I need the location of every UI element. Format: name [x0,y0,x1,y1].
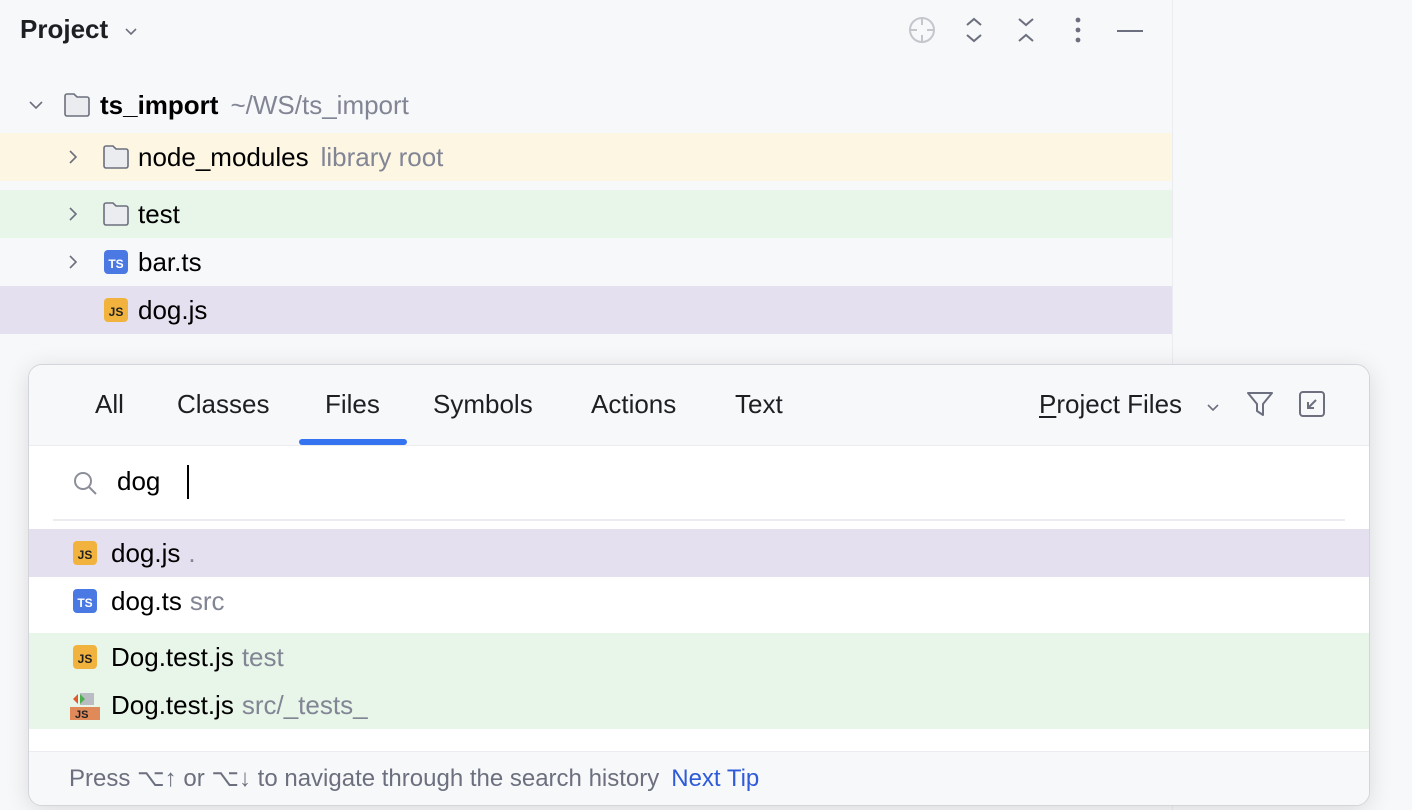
result-path: src/_tests_ [241,690,368,720]
tip-text: Press ⌥↑ or ⌥↓ to navigate through the s… [69,765,760,792]
next-tip-link[interactable]: Next Tip [671,765,759,792]
tip-footer: Press ⌥↑ or ⌥↓ to navigate through the s… [29,751,1369,805]
project-panel-header: Project [0,0,1172,62]
tree-item-label: node_modules library root [138,142,444,172]
chevron-down-icon[interactable] [1204,398,1222,416]
tab-symbols[interactable]: Symbols [433,389,533,445]
text-caret [187,465,189,499]
more-options-icon[interactable] [1062,14,1094,46]
result-path: src [189,586,225,616]
tab-text[interactable]: Text [735,389,783,445]
panel-title[interactable]: Project [20,14,108,45]
chevron-down-icon[interactable] [122,22,140,40]
ts-file-icon: TS [104,250,128,274]
active-tab-indicator [299,439,407,445]
collapse-all-icon[interactable] [1010,14,1042,46]
tree-item-label: dog.js [138,295,208,325]
chevron-right-icon[interactable] [64,253,82,271]
js-file-icon: JS [104,298,128,322]
result-item[interactable]: JS Dog.test.js test [29,633,1369,681]
chevron-down-icon[interactable] [27,96,45,114]
search-input[interactable] [117,461,1317,501]
result-label: Dog.test.js src/_tests_ [111,690,368,720]
js-test-file-icon: JS [70,693,100,721]
search-tabs: All Classes Files Symbols Actions Text P… [29,365,1369,446]
chevron-right-icon[interactable] [64,205,82,223]
ts-file-icon: TS [73,589,97,613]
tree-item-hint: library root [320,142,444,172]
result-path: . [188,538,196,568]
chevron-right-icon[interactable] [64,148,82,166]
result-label: dog.js. [111,538,196,568]
scope-dropdown[interactable]: Project Files [1039,389,1182,420]
tab-all[interactable]: All [95,389,124,445]
tree-item-label: test [138,199,180,229]
folder-icon [103,202,129,226]
tree-item-bar-ts[interactable]: TS bar.ts [0,238,1172,286]
tab-classes[interactable]: Classes [177,389,269,445]
search-everywhere-popup: All Classes Files Symbols Actions Text P… [28,364,1370,806]
open-in-tool-window-icon[interactable] [1297,389,1327,419]
tree-item-dog-js[interactable]: JS dog.js [0,286,1172,334]
result-label: Dog.test.js test [111,642,284,672]
svg-text:JS: JS [75,709,88,721]
minimize-icon[interactable] [1114,14,1146,46]
folder-icon [64,93,90,117]
search-icon [74,472,97,495]
tab-actions[interactable]: Actions [591,389,676,445]
tree-item-node-modules[interactable]: node_modules library root [0,133,1172,181]
result-item[interactable]: JS Dog.test.js src/_tests_ [29,681,1369,729]
tree-item-hint: ~/WS/ts_import [230,90,409,120]
result-label: dog.ts src [111,586,225,616]
scope-label: roject Files [1056,389,1183,419]
tree-item-label: bar.ts [138,247,202,277]
expand-all-icon[interactable] [958,14,990,46]
tree-item-ts-import[interactable]: ts_import ~/WS/ts_import [0,81,1172,129]
tab-files[interactable]: Files [325,389,380,445]
locate-icon[interactable] [906,14,938,46]
tree-item-label: ts_import ~/WS/ts_import [100,90,409,120]
filter-icon[interactable] [1245,389,1275,419]
js-file-icon: JS [73,541,97,565]
tree-item-test[interactable]: test [0,190,1172,238]
result-item[interactable]: JS dog.js. [29,529,1369,577]
search-field[interactable] [53,447,1345,521]
folder-icon [103,145,129,169]
scope-mnemonic: P [1039,389,1057,419]
result-path: test [241,642,284,672]
result-item[interactable]: TS dog.ts src [29,577,1369,625]
js-file-icon: JS [73,645,97,669]
